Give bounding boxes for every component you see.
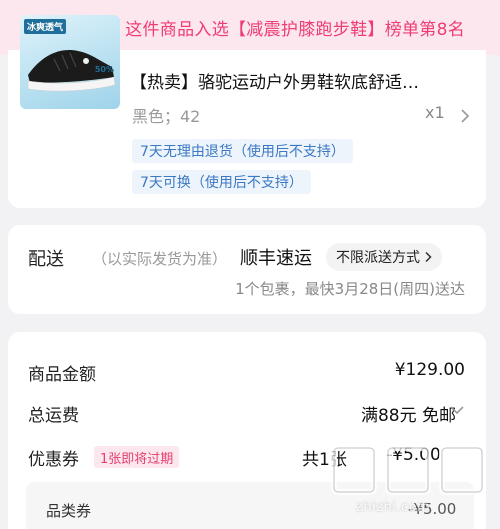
- shoe-image: [27, 50, 116, 92]
- service-tag-return: 7天无理由退货（使用后不支持）: [132, 139, 353, 163]
- product-thumbnail[interactable]: 冰爽透气 50%: [20, 15, 120, 109]
- freight-label: 总运费: [28, 406, 79, 426]
- delivery-method-label: 不限派送方式: [336, 250, 420, 266]
- chevron-down-icon[interactable]: [449, 405, 465, 415]
- goods-amount-label: 商品金额: [28, 365, 96, 385]
- shipping-note: （以实际发货为准）: [92, 250, 228, 268]
- chevron-right-icon: [425, 251, 432, 263]
- thumb-percent: 50%: [94, 65, 114, 74]
- coupon-expire-badge: 1张即将过期: [94, 446, 180, 468]
- product-title[interactable]: 【热卖】骆驼运动户外男鞋软底舒适…: [130, 68, 470, 93]
- shipping-label: 配送: [28, 249, 64, 270]
- delivery-method-button[interactable]: 不限派送方式: [326, 243, 442, 271]
- product-spec: 黑色；42: [132, 107, 201, 126]
- category-coupon-label: 品类券: [46, 502, 92, 520]
- watermark-text: zhizhi.com: [356, 500, 431, 515]
- shipping-carrier: 顺丰速运: [240, 248, 312, 269]
- product-quantity: x1: [425, 103, 445, 122]
- goods-amount-value: ¥129.00: [394, 360, 465, 380]
- freight-value[interactable]: 满88元 免邮: [361, 401, 456, 426]
- delivery-eta: 1个包裹，最快3月28日(周四)送达: [235, 280, 465, 298]
- watermark-logo: [331, 445, 485, 495]
- chevron-right-icon[interactable]: [460, 108, 470, 124]
- coupon-label: 优惠券: [28, 450, 79, 470]
- service-tag-exchange: 7天可换（使用后不支持）: [132, 170, 311, 194]
- watermark: zhizhi.com: [326, 440, 494, 528]
